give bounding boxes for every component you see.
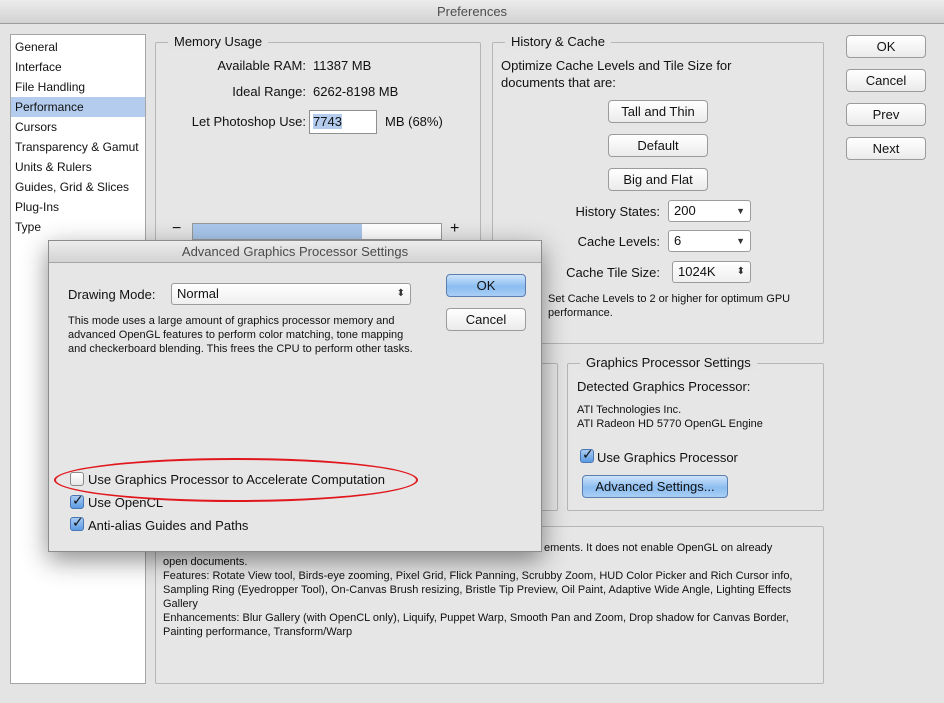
cache-note: Set Cache Levels to 2 or higher for opti… xyxy=(548,293,791,319)
antialias-checkbox[interactable]: ✓ xyxy=(70,514,84,531)
sidebar-item-cursors[interactable]: Cursors xyxy=(11,117,145,137)
slider-minus[interactable]: − xyxy=(172,220,181,238)
history-states-select[interactable]: 200 ▼ xyxy=(668,200,751,222)
slider-plus[interactable]: + xyxy=(450,220,459,238)
cache-tile-size-label: Cache Tile Size: xyxy=(566,265,660,280)
drawing-mode-description: This mode uses a large amount of graphic… xyxy=(68,315,413,355)
let-photoshop-use-label: Let Photoshop Use: xyxy=(191,114,306,129)
cache-tile-size-value: 1024K xyxy=(678,264,716,279)
ok-button[interactable]: OK xyxy=(846,35,926,58)
window-titlebar: Preferences xyxy=(0,0,944,24)
cache-levels-select[interactable]: 6 ▼ xyxy=(668,230,751,252)
default-button[interactable]: Default xyxy=(608,134,708,157)
memory-usage-title: Memory Usage xyxy=(168,34,269,49)
big-and-flat-button[interactable]: Big and Flat xyxy=(608,168,708,191)
use-gpu-label: Use Graphics Processor xyxy=(597,450,738,465)
window-title: Preferences xyxy=(436,4,508,19)
advanced-settings-button[interactable]: Advanced Settings... xyxy=(582,475,728,498)
chevron-down-icon: ▼ xyxy=(736,206,745,216)
use-opencl-checkbox[interactable]: ✓ xyxy=(70,492,84,509)
gpu-model: ATI Radeon HD 5770 OpenGL Engine xyxy=(577,418,763,430)
tall-and-thin-button[interactable]: Tall and Thin xyxy=(608,100,708,123)
cache-levels-value: 6 xyxy=(674,233,682,248)
available-ram-label: Available RAM: xyxy=(217,58,306,73)
cache-tile-size-select[interactable]: 1024K ⬍ xyxy=(672,261,751,283)
gpu-vendor: ATI Technologies Inc. xyxy=(577,404,682,416)
memory-percent: MB (68%) xyxy=(385,114,443,129)
ideal-range-value: 6262-8198 MB xyxy=(313,84,399,99)
drawing-mode-select[interactable]: Normal ⬍ xyxy=(171,283,411,305)
available-ram-value: 11387 MB xyxy=(313,58,372,73)
description-line1: ements. It does not enable OpenGL on alr… xyxy=(544,542,773,554)
description-enhancements: Enhancements: Blur Gallery (with OpenCL … xyxy=(163,612,789,638)
drawing-mode-label: Drawing Mode: xyxy=(68,287,156,302)
detected-gpu-label: Detected Graphics Processor: xyxy=(577,379,751,394)
sidebar-item-general[interactable]: General xyxy=(11,37,145,57)
sidebar-item-performance[interactable]: Performance xyxy=(11,97,145,117)
memory-usage-group: Memory Usage xyxy=(155,34,481,252)
antialias-label: Anti-alias Guides and Paths xyxy=(88,518,249,533)
sidebar-item-plug-ins[interactable]: Plug-Ins xyxy=(11,197,145,217)
sidebar-item-type[interactable]: Type xyxy=(11,217,145,237)
history-states-label: History States: xyxy=(575,204,660,219)
sidebar-item-interface[interactable]: Interface xyxy=(11,57,145,77)
next-button[interactable]: Next xyxy=(846,137,926,160)
cache-levels-label: Cache Levels: xyxy=(577,234,660,249)
gpu-settings-title: Graphics Processor Settings xyxy=(580,355,757,370)
dialog-ok-button[interactable]: OK xyxy=(446,274,526,297)
highlight-oval xyxy=(54,458,418,502)
dialog-title: Advanced Graphics Processor Settings xyxy=(49,241,541,263)
sidebar-item-units-rulers[interactable]: Units & Rulers xyxy=(11,157,145,177)
dialog-cancel-button[interactable]: Cancel xyxy=(446,308,526,331)
memory-amount-field[interactable]: 7743 xyxy=(309,110,377,134)
stepper-arrows-icon: ⬍ xyxy=(736,266,745,277)
description-features: Features: Rotate View tool, Birds-eye zo… xyxy=(163,570,793,610)
prev-button[interactable]: Prev xyxy=(846,103,926,126)
checkmark-icon: ✓ xyxy=(582,446,594,462)
description-line2: open documents. xyxy=(163,556,248,568)
drawing-mode-value: Normal xyxy=(177,286,219,301)
memory-amount-value: 7743 xyxy=(313,114,342,129)
stepper-arrows-icon: ⬍ xyxy=(396,288,405,299)
ideal-range-label: Ideal Range: xyxy=(232,84,306,99)
checkmark-icon: ✓ xyxy=(72,514,84,530)
sidebar-item-guides-grid-slices[interactable]: Guides, Grid & Slices xyxy=(11,177,145,197)
cache-description: Optimize Cache Levels and Tile Size for … xyxy=(501,58,732,90)
sidebar-item-file-handling[interactable]: File Handling xyxy=(11,77,145,97)
memory-slider[interactable] xyxy=(192,223,442,240)
history-cache-title: History & Cache xyxy=(505,34,611,49)
checkmark-icon: ✓ xyxy=(72,492,84,508)
sidebar-item-transparency-gamut[interactable]: Transparency & Gamut xyxy=(11,137,145,157)
memory-slider-fill xyxy=(193,224,362,239)
use-gpu-checkbox[interactable]: ✓ xyxy=(580,446,594,463)
cancel-button[interactable]: Cancel xyxy=(846,69,926,92)
chevron-down-icon: ▼ xyxy=(736,236,745,246)
history-states-value: 200 xyxy=(674,203,696,218)
